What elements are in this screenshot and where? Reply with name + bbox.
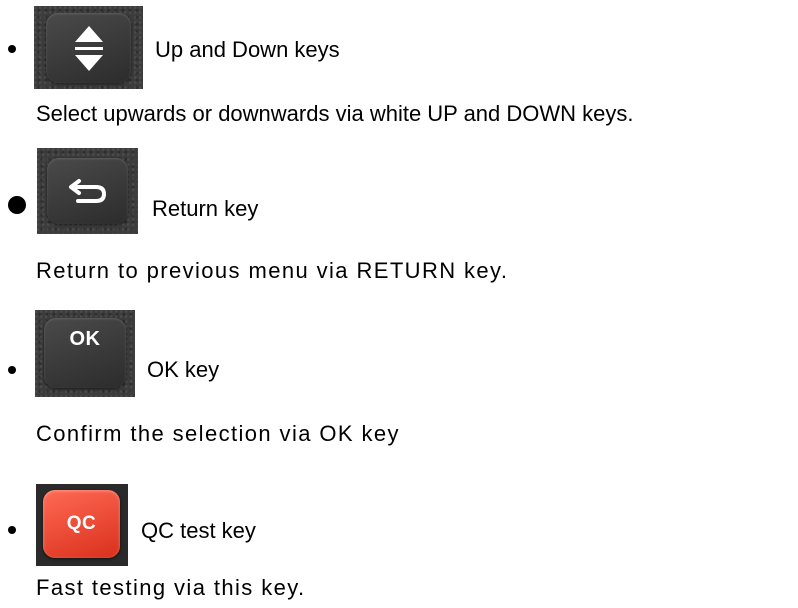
- return-arrow-icon: [47, 158, 128, 224]
- up-down-key-description: Select upwards or downwards via white UP…: [36, 101, 634, 126]
- qc-key-icon: QC: [43, 490, 120, 558]
- return-key-cap: [47, 158, 128, 224]
- qc-key-cap: QC: [43, 490, 120, 558]
- bullet-up-down: [8, 45, 16, 53]
- ok-key-label: OK: [69, 328, 101, 350]
- bullet-qc: [8, 526, 16, 534]
- up-down-key-title: Up and Down keys: [155, 37, 340, 62]
- qc-key-label: QC: [66, 513, 97, 534]
- bullet-ok: [8, 366, 16, 374]
- ok-key-photo: OK: [35, 310, 135, 397]
- bullet-return: [8, 196, 26, 214]
- return-key-title: Return key: [152, 196, 259, 221]
- up-down-keys-photo: [34, 6, 143, 89]
- ok-key-cap: OK: [44, 318, 126, 388]
- qc-key-description: Fast testing via this key.: [36, 575, 306, 600]
- return-key-description: Return to previous menu via RETURN key.: [36, 258, 509, 283]
- up-down-arrows-icon: [46, 13, 131, 83]
- up-down-key-cap: [46, 13, 131, 83]
- ok-key-icon: OK: [44, 318, 126, 388]
- ok-key-title: OK key: [147, 357, 220, 382]
- return-key-photo: [37, 148, 138, 234]
- qc-key-title: QC test key: [141, 518, 256, 543]
- qc-key-photo: QC: [36, 484, 128, 566]
- ok-key-description: Confirm the selection via OK key: [36, 421, 400, 446]
